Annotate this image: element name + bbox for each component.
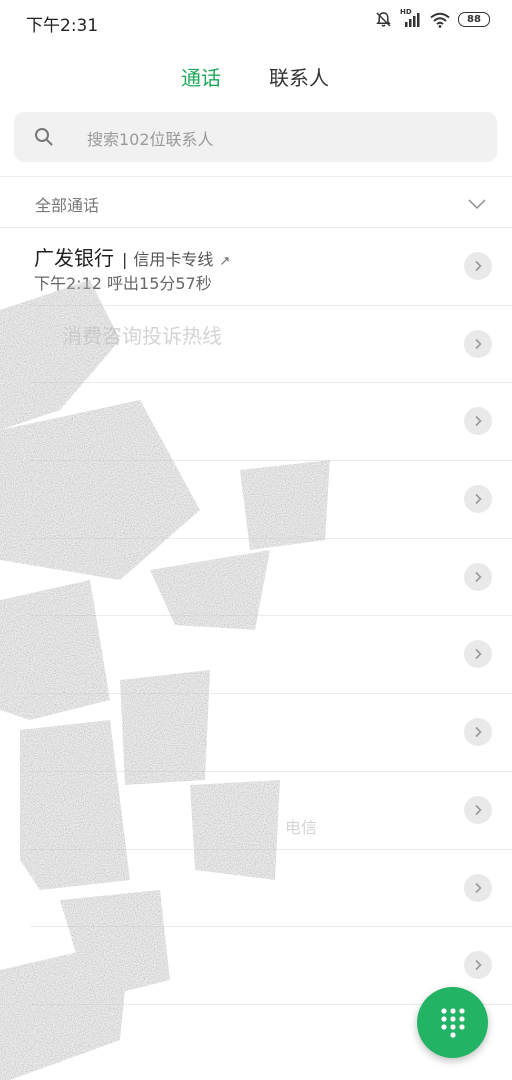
filter-label: 全部通话 <box>35 196 100 215</box>
chevron-right-icon <box>475 260 482 272</box>
chevron-right-icon <box>475 571 482 582</box>
chevron-right-icon <box>475 804 482 815</box>
call-log-item[interactable] <box>0 539 512 617</box>
tab-bar: 通话 联系人 <box>0 58 512 98</box>
call-detail: 电信 <box>285 817 318 837</box>
call-log-item[interactable]: 广发银行 | 信用卡专线 ↗ 下午2:12 呼出15分57秒 <box>0 228 512 306</box>
call-detail-button[interactable] <box>464 795 492 824</box>
tab-contacts[interactable]: 联系人 <box>269 62 329 91</box>
chevron-right-icon <box>475 960 482 971</box>
call-detail-button[interactable] <box>464 407 492 436</box>
caller-name: 消费咨询投诉热线 <box>62 323 222 348</box>
chevron-right-icon <box>475 493 482 505</box>
call-log-item[interactable] <box>0 616 512 695</box>
call-log-item[interactable] <box>0 461 512 539</box>
signal-icon: HD <box>400 8 422 28</box>
outgoing-arrow-icon: ↗ <box>219 254 231 269</box>
call-name-line: 消费咨询投诉热线 <box>62 320 222 349</box>
call-log-list: 广发银行 | 信用卡专线 ↗ 下午2:12 呼出15分57秒 消费咨询投诉热线 <box>0 228 512 1005</box>
call-log-item[interactable] <box>0 383 512 462</box>
search-input[interactable]: 搜索102位联系人 <box>14 112 497 162</box>
call-log-item[interactable] <box>0 850 512 928</box>
bell-muted-icon <box>375 11 392 28</box>
call-detail-button[interactable] <box>464 718 492 747</box>
status-bar: 下午2:31 HD 88 <box>0 0 512 44</box>
battery-indicator: 88 <box>458 12 490 27</box>
status-icons: HD 88 <box>375 8 490 28</box>
call-detail: 下午2:12 呼出15分57秒 <box>34 274 212 293</box>
search-placeholder: 搜索102位联系人 <box>87 130 214 149</box>
chevron-down-icon <box>468 195 486 214</box>
search-icon <box>34 127 54 151</box>
call-name-line: 广发银行 | 信用卡专线 ↗ <box>34 242 230 271</box>
call-log-item[interactable]: 电信 <box>0 772 512 850</box>
chevron-right-icon <box>475 882 482 893</box>
call-detail-button[interactable] <box>464 562 492 591</box>
caller-separator: | <box>122 250 128 269</box>
call-detail-button[interactable] <box>464 873 492 902</box>
caller-name: 广发银行 <box>34 246 114 270</box>
call-detail-button[interactable] <box>464 640 492 669</box>
chevron-right-icon <box>475 727 482 738</box>
call-detail-button[interactable] <box>464 329 492 358</box>
hd-label: HD <box>400 8 412 16</box>
call-filter-dropdown[interactable]: 全部通话 <box>0 177 512 227</box>
status-time: 下午2:31 <box>26 16 99 36</box>
call-detail-button[interactable] <box>464 485 492 514</box>
dialpad-icon <box>440 1007 465 1038</box>
dialpad-button[interactable] <box>417 987 488 1058</box>
chevron-right-icon <box>475 649 482 660</box>
wifi-icon <box>430 12 450 28</box>
tab-calls[interactable]: 通话 <box>181 62 221 91</box>
call-log-item[interactable] <box>0 694 512 772</box>
chevron-right-icon <box>475 338 482 349</box>
call-detail-button[interactable] <box>464 252 492 280</box>
chevron-right-icon <box>475 416 482 427</box>
call-log-item[interactable]: 消费咨询投诉热线 <box>0 306 512 384</box>
call-detail-button[interactable] <box>464 951 492 980</box>
caller-tag: 信用卡专线 <box>133 250 214 269</box>
